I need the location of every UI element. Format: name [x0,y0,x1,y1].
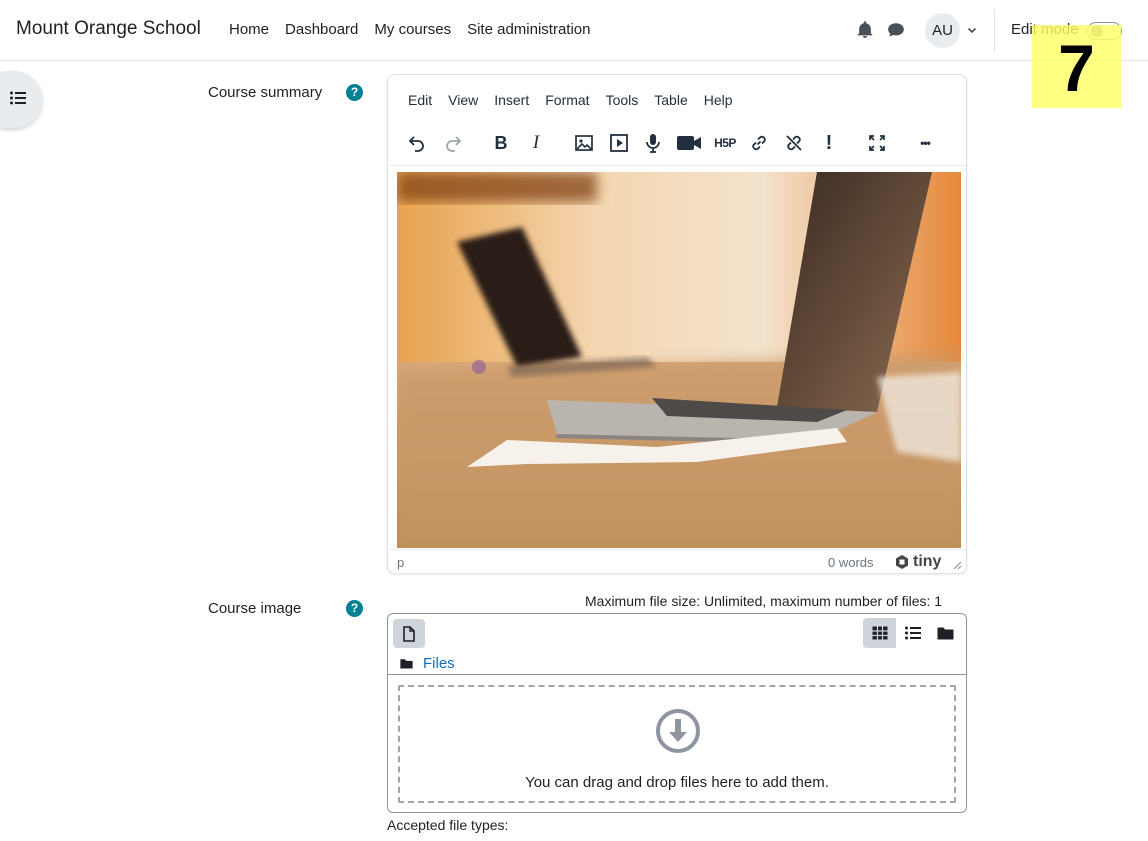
link-icon [752,135,766,151]
tiny-brand-link[interactable]: tiny [894,553,941,571]
nav-link-my-courses[interactable]: My courses [366,21,459,38]
view-icons-button[interactable] [863,618,896,648]
insert-h5p-button[interactable]: H5P [710,129,740,157]
nav-link-home[interactable]: Home [221,21,277,38]
dropzone-instructions: You can drag and drop files here to add … [525,774,829,791]
file-icon [403,625,415,642]
menu-edit[interactable]: Edit [400,92,440,108]
course-image-filemanager: Files You can drag and drop files here t… [387,613,967,813]
editor-statusbar: p 0 words tiny [388,549,966,573]
fullscreen-icon [869,135,885,151]
messages-chat-icon[interactable] [887,21,905,39]
italic-button[interactable]: I [522,129,550,157]
list-icon [10,91,26,105]
notification-bell-icon[interactable] [856,21,874,39]
site-brand[interactable]: Mount Orange School [16,18,201,40]
view-tree-button[interactable] [929,618,962,648]
view-mode-buttons [863,618,963,648]
microphone-icon [646,134,660,153]
tiny-logo-icon [896,555,908,569]
filemanager-separator [388,674,966,675]
course-image-label: Course image [208,600,302,617]
insert-media-button[interactable] [605,129,633,157]
course-summary-image [397,172,961,548]
unlink-icon [786,135,802,151]
nav-link-dashboard[interactable]: Dashboard [277,21,366,38]
laptop-photo-illustration [397,172,961,548]
accepted-file-types-label: Accepted file types: [387,817,509,833]
course-summary-label: Course summary [208,84,323,101]
menu-table[interactable]: Table [646,92,695,108]
download-arrow-circle-icon [656,709,700,753]
add-file-button[interactable] [393,619,425,648]
record-video-button[interactable] [675,129,703,157]
course-image-help-icon[interactable]: ? [346,600,363,617]
undo-icon [408,136,424,152]
more-tools-button[interactable]: ••• [911,129,939,157]
course-summary-editor: Edit View Insert Format Tools Table Help… [387,74,967,574]
undo-button[interactable] [403,129,431,157]
top-navbar: Mount Orange School Home Dashboard My co… [0,0,1148,61]
image-icon [575,135,593,151]
fullscreen-button[interactable] [863,129,891,157]
insert-image-button[interactable] [570,129,598,157]
record-audio-button[interactable] [639,129,667,157]
course-summary-help-icon[interactable]: ? [346,84,363,101]
menu-help[interactable]: Help [696,92,741,108]
editor-toolbar: B I H5P ! ••• [388,123,966,163]
editor-menubar: Edit View Insert Format Tools Table Help [400,92,741,108]
video-camera-icon [677,136,701,150]
bold-button[interactable]: B [487,129,515,157]
tiny-brand-text: tiny [913,553,942,570]
redo-button[interactable] [439,129,467,157]
navbar-divider [994,9,995,51]
file-dropzone[interactable]: You can drag and drop files here to add … [398,685,956,803]
redo-icon [446,136,462,152]
view-details-button[interactable] [896,618,929,648]
word-count[interactable]: 0 words [828,555,874,570]
accessibility-checker-button[interactable]: ! [815,129,843,157]
menu-format[interactable]: Format [537,92,597,108]
insert-link-button[interactable] [745,129,773,157]
resize-handle-icon[interactable] [952,560,962,570]
folder-icon [400,659,413,669]
nav-link-site-administration[interactable]: Site administration [459,21,598,38]
editor-content-area[interactable] [388,165,966,549]
user-avatar[interactable]: AU [925,13,960,48]
folder-icon [937,627,954,640]
menu-view[interactable]: View [440,92,486,108]
max-file-size-text: Maximum file size: Unlimited, maximum nu… [585,593,943,609]
course-index-drawer-button[interactable] [0,71,42,128]
unlink-button[interactable] [780,129,808,157]
menu-tools[interactable]: Tools [598,92,647,108]
grid-icon [872,626,887,640]
step-number-badge: 7 [1032,25,1121,108]
primary-navigation: Home Dashboard My courses Site administr… [221,21,599,38]
files-path-link[interactable]: Files [423,655,455,672]
list-icon [904,626,921,640]
menu-insert[interactable]: Insert [486,92,537,108]
media-icon [610,134,628,152]
element-path[interactable]: p [397,555,404,570]
chevron-down-icon[interactable] [966,24,978,36]
filemanager-path: Files [400,655,455,672]
